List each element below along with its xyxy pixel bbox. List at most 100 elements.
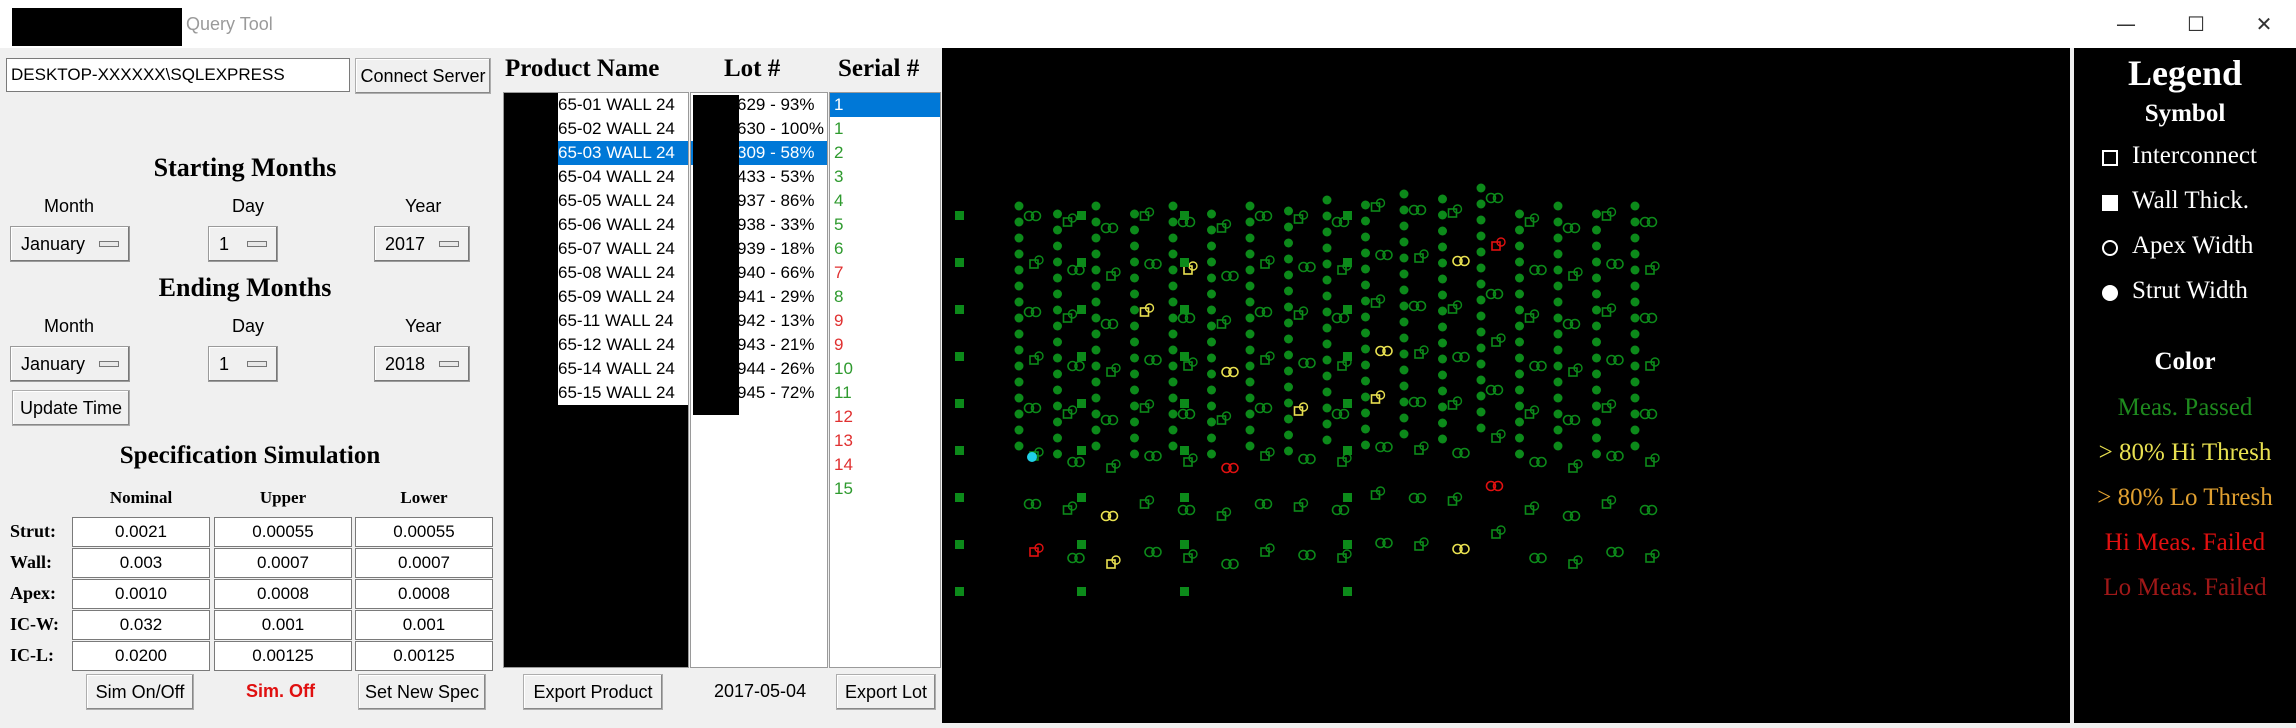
serial-list-item[interactable]: 9 bbox=[830, 333, 940, 357]
spec-value-field[interactable]: 0.00055 bbox=[355, 517, 493, 547]
strut-width-marker bbox=[1592, 289, 1601, 299]
serial-item-label: 8 bbox=[834, 287, 844, 306]
highlighted-point-marker[interactable] bbox=[1027, 452, 1037, 462]
legend-symbol-label: Wall Thick. bbox=[2132, 187, 2249, 214]
spec-value-field[interactable]: 0.0200 bbox=[72, 641, 210, 671]
serial-list-item[interactable]: 10 bbox=[830, 357, 940, 381]
legend-color-label: > 80% Lo Thresh bbox=[2097, 484, 2273, 511]
spec-value-field[interactable]: 0.032 bbox=[72, 610, 210, 640]
start-month-select[interactable]: January bbox=[10, 226, 130, 262]
serial-list-item[interactable]: 12 bbox=[830, 405, 940, 429]
serial-list-item[interactable]: 1 bbox=[830, 117, 940, 141]
serial-list-item[interactable]: 1 bbox=[830, 93, 940, 117]
strut-width-marker bbox=[1361, 248, 1370, 258]
maximize-icon[interactable]: ☐ bbox=[2166, 0, 2226, 48]
strut-width-marker bbox=[1438, 338, 1447, 348]
close-icon[interactable]: ✕ bbox=[2234, 0, 2294, 48]
wall-thickness-marker bbox=[1180, 493, 1189, 502]
end-day-select[interactable]: 1 bbox=[208, 346, 278, 382]
strut-width-marker bbox=[1476, 391, 1486, 401]
strut-width-marker bbox=[1361, 312, 1370, 322]
strut-width-marker bbox=[1053, 369, 1062, 379]
strut-width-marker bbox=[1245, 345, 1255, 355]
serial-list-item[interactable]: 11 bbox=[830, 381, 940, 405]
legend-symbol-label: Strut Width bbox=[2132, 277, 2248, 304]
server-input[interactable]: DESKTOP-XXXXXX\SQLEXPRESS bbox=[6, 58, 350, 92]
lot-item-label: 433 - 53% bbox=[737, 167, 815, 186]
spec-column-header: Lower bbox=[400, 488, 448, 507]
lot-item-label: 629 - 93% bbox=[737, 95, 815, 114]
strut-width-marker bbox=[1322, 403, 1332, 413]
serial-list-item[interactable]: 7 bbox=[830, 261, 940, 285]
start-day-select[interactable]: 1 bbox=[208, 226, 278, 262]
end-year-select[interactable]: 2018 bbox=[374, 346, 470, 382]
spec-value-field[interactable]: 0.0008 bbox=[355, 579, 493, 609]
spec-value-field[interactable]: 0.00125 bbox=[214, 641, 352, 671]
strut-width-marker bbox=[1245, 297, 1255, 307]
strut-width-marker bbox=[1053, 241, 1062, 251]
strut-width-marker bbox=[1130, 401, 1139, 411]
serial-item-label: 9 bbox=[834, 311, 844, 330]
strut-width-marker bbox=[1592, 209, 1601, 219]
strut-width-marker bbox=[1322, 227, 1332, 237]
strut-width-marker bbox=[1592, 257, 1601, 267]
sim-toggle-button[interactable]: Sim On/Off bbox=[86, 674, 194, 710]
serial-item-label: 13 bbox=[834, 431, 853, 450]
minimize-icon[interactable]: — bbox=[2096, 0, 2156, 48]
spec-value-field[interactable]: 0.0010 bbox=[72, 579, 210, 609]
spec-value-field[interactable]: 0.003 bbox=[72, 548, 210, 578]
strut-width-marker bbox=[1053, 417, 1062, 427]
spec-value-field[interactable]: 0.0007 bbox=[214, 548, 352, 578]
spec-value-field[interactable]: 0.00055 bbox=[214, 517, 352, 547]
strut-width-marker bbox=[1207, 209, 1216, 219]
end-month-select[interactable]: January bbox=[10, 346, 130, 382]
strut-width-marker bbox=[1053, 449, 1062, 459]
strut-width-marker bbox=[1515, 449, 1524, 459]
strut-width-marker bbox=[1630, 441, 1640, 451]
product-item-label: 65-12 WALL 24 bbox=[558, 335, 675, 354]
product-listbox[interactable]: 65-01 WALL 24 65-02 WALL 24 65-03 WALL 24 6… bbox=[503, 92, 689, 668]
spec-value-field[interactable]: 0.001 bbox=[214, 610, 352, 640]
connect-server-button[interactable]: Connect Server bbox=[355, 58, 491, 94]
strut-width-marker bbox=[1361, 408, 1370, 418]
spec-value-field[interactable]: 0.0007 bbox=[355, 548, 493, 578]
legend-title: Legend bbox=[2127, 53, 2242, 93]
serial-list-item[interactable]: 5 bbox=[830, 213, 940, 237]
export-lot-button[interactable]: Export Lot bbox=[836, 674, 936, 710]
strut-width-marker bbox=[1438, 402, 1447, 412]
start-year-select[interactable]: 2017 bbox=[374, 226, 470, 262]
serial-list-item[interactable]: 14 bbox=[830, 453, 940, 477]
product-item-label: 65-04 WALL 24 bbox=[558, 167, 675, 186]
serial-list-item[interactable]: 15 bbox=[830, 477, 940, 501]
serial-list-item[interactable]: 4 bbox=[830, 189, 940, 213]
serial-listbox[interactable]: 1 1 2 3 4 5 6 7 8 9 9 10 11 12 13 14 15 bbox=[829, 92, 941, 668]
serial-list-item[interactable]: 9 bbox=[830, 309, 940, 333]
strut-width-marker bbox=[1284, 382, 1293, 392]
set-new-spec-button[interactable]: Set New Spec bbox=[358, 674, 486, 710]
serial-list-item[interactable]: 6 bbox=[830, 237, 940, 261]
strut-width-marker bbox=[1053, 321, 1062, 331]
lot-item-label: 940 - 66% bbox=[737, 263, 815, 282]
lot-listbox[interactable]: 629 - 93% 630 - 100% 309 - 58% 433 - 53% 937… bbox=[690, 92, 828, 668]
strut-width-marker bbox=[1438, 434, 1447, 444]
strut-width-marker bbox=[1592, 241, 1601, 251]
strut-width-marker bbox=[1168, 393, 1178, 403]
strut-width-marker bbox=[1553, 217, 1563, 227]
spec-value-field[interactable]: 0.0021 bbox=[72, 517, 210, 547]
update-time-button[interactable]: Update Time bbox=[12, 390, 130, 426]
wall-thickness-marker bbox=[1180, 587, 1189, 596]
serial-list-item[interactable]: 3 bbox=[830, 165, 940, 189]
serial-list-item[interactable]: 13 bbox=[830, 429, 940, 453]
spec-value-field[interactable]: 0.0008 bbox=[214, 579, 352, 609]
wall-thickness-marker bbox=[955, 399, 964, 408]
serial-list-item[interactable]: 2 bbox=[830, 141, 940, 165]
spec-value-field[interactable]: 0.00125 bbox=[355, 641, 493, 671]
export-product-button[interactable]: Export Product bbox=[523, 674, 663, 710]
filled-circle-icon bbox=[2102, 285, 2118, 301]
strut-width-marker bbox=[1014, 393, 1024, 403]
measurement-plot-canvas[interactable] bbox=[942, 48, 2070, 723]
spec-value-field[interactable]: 0.001 bbox=[355, 610, 493, 640]
strut-width-marker bbox=[1476, 199, 1486, 209]
serial-list-item[interactable]: 8 bbox=[830, 285, 940, 309]
strut-width-marker bbox=[1322, 275, 1332, 285]
